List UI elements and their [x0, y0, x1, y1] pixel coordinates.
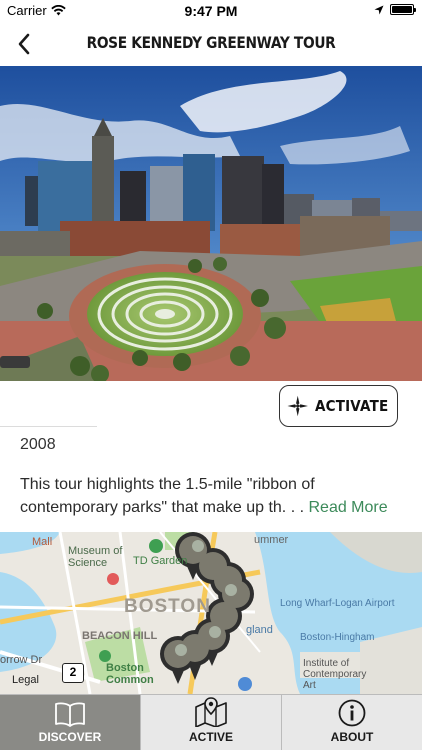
tour-hero-photo [0, 66, 422, 381]
book-icon [55, 702, 85, 727]
tour-year: 2008 [20, 436, 56, 453]
map-label-boston-hingham: Boston-Hingham [300, 632, 375, 643]
map-label-mall: Mall [32, 536, 53, 548]
tab-discover[interactable]: DISCOVER [0, 695, 140, 750]
tab-discover-label: DISCOVER [38, 730, 102, 744]
page-title: ROSE KENNEDY GREENWAY TOUR [86, 33, 336, 52]
location-arrow-icon [374, 5, 384, 14]
map-label-boston: BOSTON [124, 596, 211, 617]
map-label-morrow: orrow Dr [0, 654, 43, 666]
read-more-link[interactable]: Read More [308, 499, 387, 516]
description-text: This tour highlights the 1.5-mile "ribbo… [20, 476, 315, 516]
status-time: 9:47 PM [184, 3, 238, 19]
tour-description: This tour highlights the 1.5-mile "ribbo… [20, 473, 410, 519]
map-label-museum-of-science: Museum of Science [68, 545, 123, 569]
tab-active-label: ACTIVE [188, 730, 233, 744]
activate-label: ACTIVATE [315, 397, 389, 415]
activate-button[interactable]: ACTIVATE [279, 385, 398, 427]
map-label-td-garden: TD Garden [133, 555, 188, 567]
map-label-long-wharf: Long Wharf-Logan Airport [280, 598, 395, 609]
status-bar: Carrier 9:47 PM [0, 0, 422, 22]
tab-bar: DISCOVER ACTIVE ABOUT [0, 694, 422, 750]
back-button[interactable] [8, 28, 40, 60]
navigation-bar: ROSE KENNEDY GREENWAY TOUR [0, 22, 422, 66]
map-label-boston-common: Boston Common [106, 662, 154, 686]
divider [0, 426, 97, 427]
activate-row: ACTIVATE [0, 381, 422, 431]
map-label-beacon-hill: BEACON HILL [82, 630, 158, 642]
battery-icon [390, 4, 416, 15]
tab-active[interactable]: ACTIVE [140, 695, 282, 750]
chevron-left-icon [18, 33, 30, 55]
tour-map[interactable]: Mall Museum of Science TD Garden BOSTON … [0, 532, 422, 694]
compass-icon [287, 395, 308, 417]
map-label-institute: Institute of Contemporary Art [303, 658, 367, 691]
map-pin-icon [195, 697, 227, 727]
battery-level [392, 6, 412, 13]
info-icon [338, 699, 366, 727]
tab-about-label: ABOUT [330, 730, 374, 744]
tab-about[interactable]: ABOUT [282, 695, 422, 750]
tour-detail-screen: Carrier 9:47 PM ROSE KENNEDY GREENWAY TO… [0, 0, 422, 750]
status-right [374, 4, 416, 15]
map-legal-link[interactable]: Legal [12, 674, 39, 686]
map-cluster-badge[interactable]: 2 [62, 663, 84, 683]
map-label-summer: ummer [254, 534, 289, 546]
map-label-england: gland [246, 624, 273, 636]
photo [0, 66, 422, 381]
